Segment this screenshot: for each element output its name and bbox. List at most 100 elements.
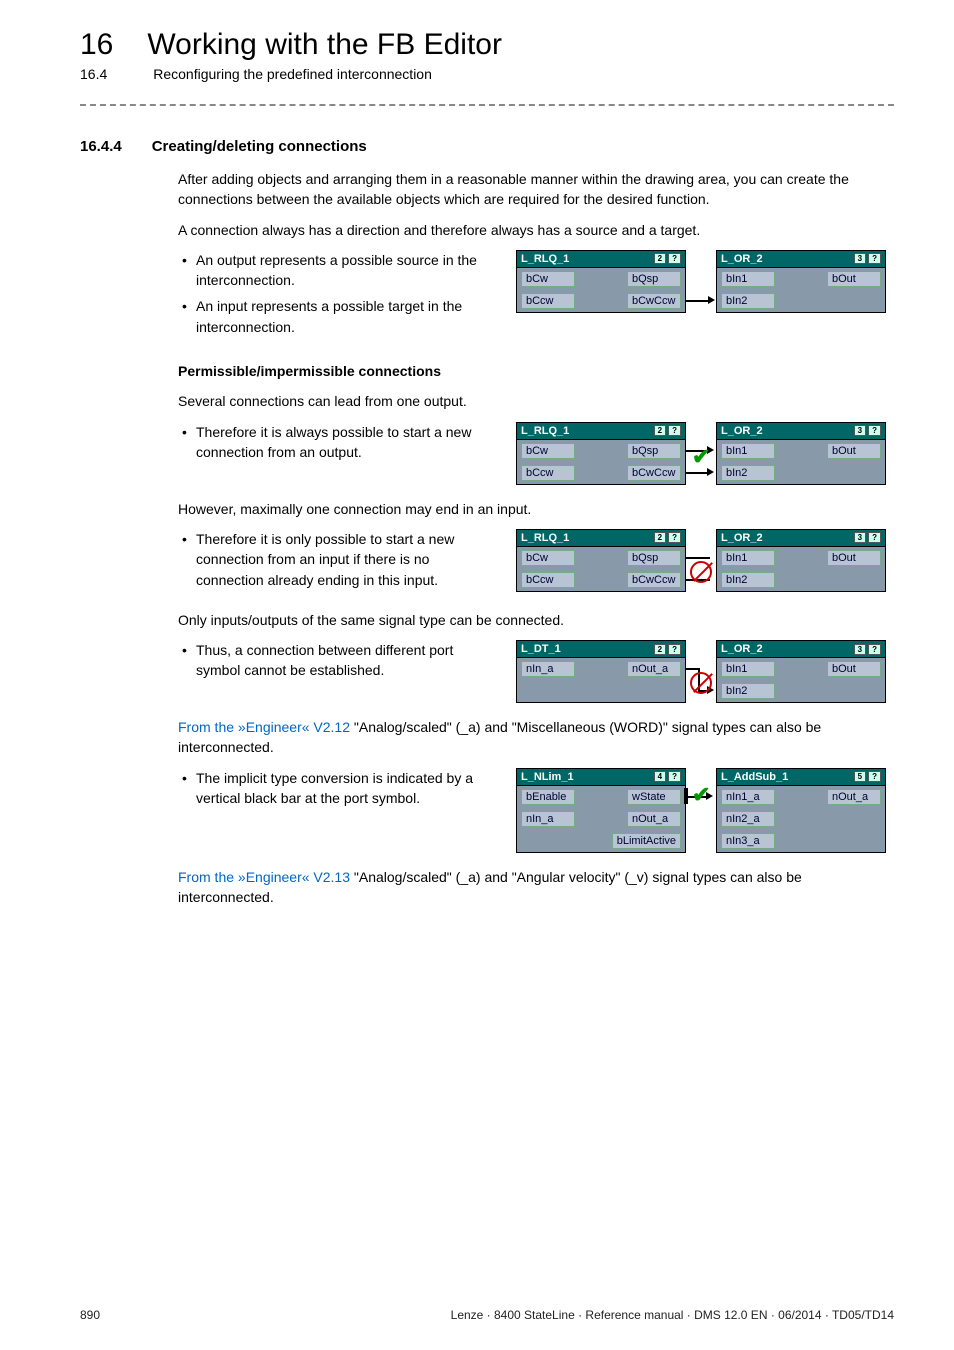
forbidden-icon — [690, 561, 712, 583]
section-number: 16.4 — [80, 66, 107, 82]
port-label: bQsp — [627, 271, 681, 287]
port-label: nIn1_a — [721, 789, 775, 805]
fb-badge: 2 — [654, 425, 666, 436]
port-label: bOut — [827, 550, 881, 566]
diagram-3: L_RLQ_12? bCwbQsp bCcwbCwCcw L_OR_23? bI… — [516, 529, 894, 592]
fb-badge: 3 — [854, 532, 866, 543]
connection-line — [686, 472, 708, 474]
port-label: wState — [627, 789, 681, 805]
port-label: nOut_a — [627, 661, 681, 677]
forbidden-icon — [690, 672, 712, 694]
fb-badge: 3 — [854, 253, 866, 264]
port-label: bIn2 — [721, 293, 775, 309]
port-label: nOut_a — [827, 789, 881, 805]
fb-badge: 3 — [854, 644, 866, 655]
type-bar-icon — [684, 788, 688, 804]
paragraph: However, maximally one connection may en… — [178, 499, 894, 519]
help-icon: ? — [668, 771, 681, 782]
fb-badge: 2 — [654, 253, 666, 264]
help-icon: ? — [868, 771, 881, 782]
port-label: bCw — [521, 443, 575, 459]
port-label: bIn2 — [721, 572, 775, 588]
help-icon: ? — [668, 253, 681, 264]
fb-title: L_OR_2 — [721, 253, 763, 265]
paragraph: After adding objects and arranging them … — [178, 169, 894, 210]
checkmark-icon: ✔ — [692, 444, 710, 470]
port-label: bIn2 — [721, 683, 775, 699]
port-label: bCcw — [521, 465, 575, 481]
paragraph: Only inputs/outputs of the same signal t… — [178, 610, 894, 630]
diagram-4: L_DT_12? nIn_anOut_a L_OR_23? bIn1bOut b… — [516, 640, 894, 703]
diagram-5: L_NLim_1 4? bEnable wState nIn_a nOut_a bLi… — [516, 768, 894, 853]
port-label: bCcw — [521, 293, 575, 309]
port-label: bCwCcw — [627, 293, 681, 309]
port-label: bIn2 — [721, 465, 775, 481]
list-item: An output represents a possible source i… — [196, 250, 498, 291]
list-item: The implicit type conversion is indicate… — [196, 768, 498, 809]
port-label: bOut — [827, 443, 881, 459]
fb-badge: 5 — [854, 771, 866, 782]
port-label: nIn_a — [521, 661, 575, 677]
footer-doc-info: Lenze · 8400 StateLine · Reference manua… — [451, 1308, 894, 1322]
version-note: From the »Engineer« V2.13 — [178, 869, 350, 885]
help-icon: ? — [668, 644, 681, 655]
fb-title: L_OR_2 — [721, 425, 763, 437]
port-label: bIn1 — [721, 271, 775, 287]
fb-title: L_OR_2 — [721, 643, 763, 655]
port-label: nIn2_a — [721, 811, 775, 827]
fb-title: L_RLQ_1 — [521, 425, 569, 437]
port-label: nOut_a — [627, 811, 681, 827]
section-title: Reconfiguring the predefined interconnec… — [153, 66, 432, 82]
port-label: bIn1 — [721, 550, 775, 566]
port-label: bCcw — [521, 572, 575, 588]
list-item: An input represents a possible target in… — [196, 296, 498, 337]
fb-badge: 2 — [654, 644, 666, 655]
help-icon: ? — [668, 425, 681, 436]
help-icon: ? — [668, 532, 681, 543]
port-label: nIn3_a — [721, 833, 775, 849]
version-note: From the »Engineer« V2.12 — [178, 719, 350, 735]
subsection-number: 16.4.4 — [80, 138, 122, 155]
fb-title: L_RLQ_1 — [521, 253, 569, 265]
paragraph: From the »Engineer« V2.12 "Analog/scaled… — [178, 717, 894, 758]
port-label: bQsp — [627, 550, 681, 566]
port-label: bOut — [827, 271, 881, 287]
checkmark-icon: ✔ — [692, 782, 710, 808]
chapter-title: Working with the FB Editor — [147, 28, 502, 62]
connection-line — [686, 300, 699, 302]
port-label: bIn1 — [721, 443, 775, 459]
port-label: bLimitActive — [612, 833, 681, 849]
fb-title: L_NLim_1 — [521, 771, 574, 783]
port-label: bEnable — [521, 789, 575, 805]
port-label: bCwCcw — [627, 465, 681, 481]
paragraph: A connection always has a direction and … — [178, 220, 894, 240]
port-label: bIn1 — [721, 661, 775, 677]
connection-line — [686, 668, 698, 670]
port-label: bCw — [521, 271, 575, 287]
port-label: bCwCcw — [627, 572, 681, 588]
fb-title: L_RLQ_1 — [521, 532, 569, 544]
list-item: Therefore it is always possible to start… — [196, 422, 498, 463]
page-number: 890 — [80, 1308, 100, 1322]
fb-badge: 4 — [654, 771, 666, 782]
list-item: Therefore it is only possible to start a… — [196, 529, 498, 590]
paragraph: From the »Engineer« V2.13 "Analog/scaled… — [178, 867, 894, 908]
port-label: bQsp — [627, 443, 681, 459]
fb-badge: 3 — [854, 425, 866, 436]
fb-title: L_DT_1 — [521, 643, 561, 655]
port-label: bCw — [521, 550, 575, 566]
help-icon: ? — [868, 644, 881, 655]
help-icon: ? — [868, 532, 881, 543]
help-icon: ? — [868, 425, 881, 436]
diagram-2: L_RLQ_1 2? bCw bQsp bCcw bCwCcw L_OR_2 3? bI… — [516, 422, 894, 485]
fb-badge: 2 — [654, 532, 666, 543]
diagram-1: L_RLQ_1 2? bCw bQsp bCcw bCwCcw L_OR_2 3? bI… — [516, 250, 894, 313]
help-icon: ? — [868, 253, 881, 264]
heading: Permissible/impermissible connections — [178, 361, 894, 381]
paragraph: Several connections can lead from one ou… — [178, 391, 894, 411]
list-item: Thus, a connection between different por… — [196, 640, 498, 681]
connection-line — [686, 557, 710, 559]
divider — [80, 104, 894, 106]
port-label: nIn_a — [521, 811, 575, 827]
fb-title: L_AddSub_1 — [721, 771, 788, 783]
